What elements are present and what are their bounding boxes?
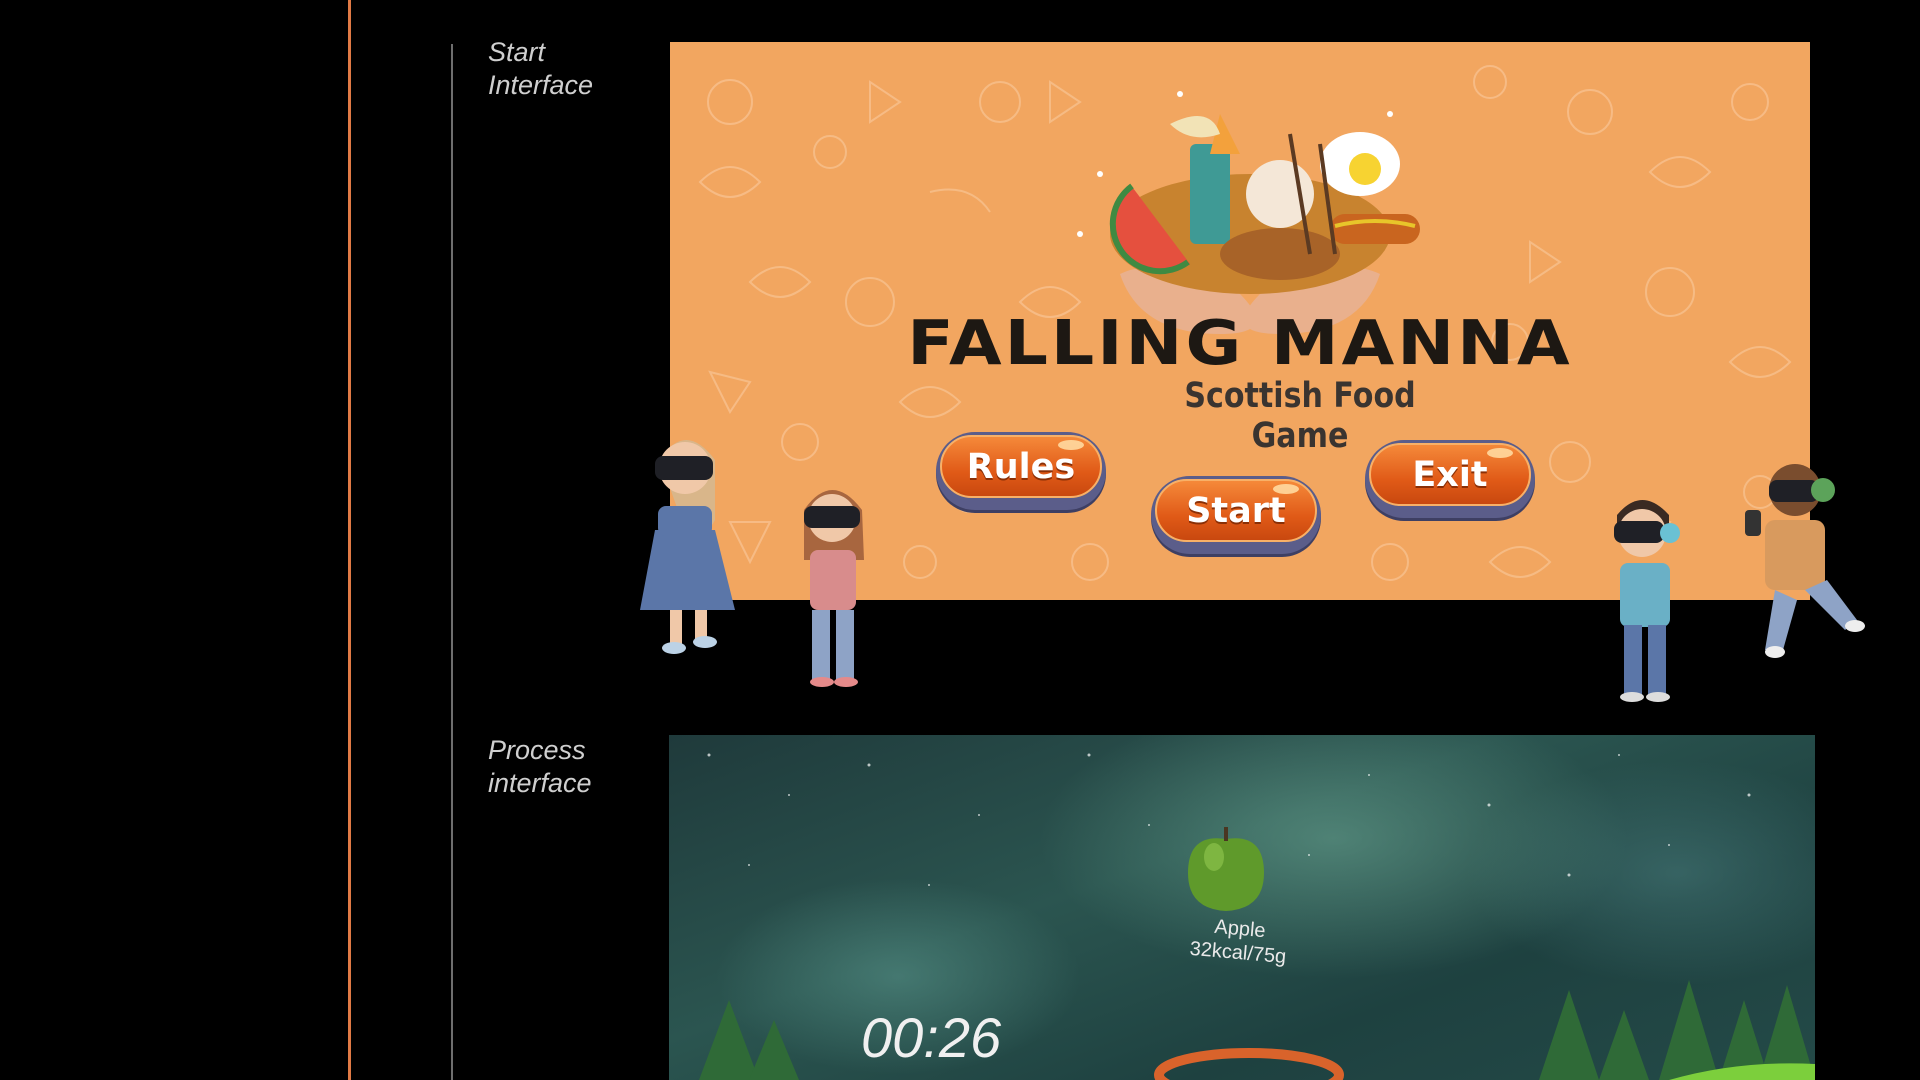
start-button-label: Start bbox=[1186, 490, 1286, 531]
process-interface-label: Process interface bbox=[488, 735, 592, 798]
exit-button[interactable]: Exit bbox=[1365, 440, 1535, 518]
apple-food-item bbox=[1188, 827, 1264, 911]
start-button[interactable]: Start bbox=[1151, 476, 1321, 554]
game-title: FALLING MANNA bbox=[907, 307, 1573, 380]
vr-girl-blue-dress-character bbox=[640, 440, 735, 654]
section-divider-line bbox=[451, 44, 453, 1080]
process-screen: Apple 32kcal/75g 00:26 bbox=[669, 735, 1815, 1080]
vr-girl-pink-top-character bbox=[804, 490, 864, 687]
food-bowl-illustration bbox=[1077, 91, 1420, 334]
vr-man-green-headphones-character bbox=[1745, 464, 1865, 658]
catch-basket bbox=[1154, 1048, 1344, 1080]
rules-button-label: Rules bbox=[966, 446, 1076, 487]
game-timer: 00:26 bbox=[861, 1006, 1002, 1069]
start-interface-label: Start Interface bbox=[488, 37, 594, 100]
rules-button[interactable]: Rules bbox=[936, 432, 1106, 510]
accent-divider-line bbox=[348, 0, 351, 1080]
vr-boy-headphones-character bbox=[1614, 500, 1680, 702]
exit-button-label: Exit bbox=[1412, 454, 1488, 495]
